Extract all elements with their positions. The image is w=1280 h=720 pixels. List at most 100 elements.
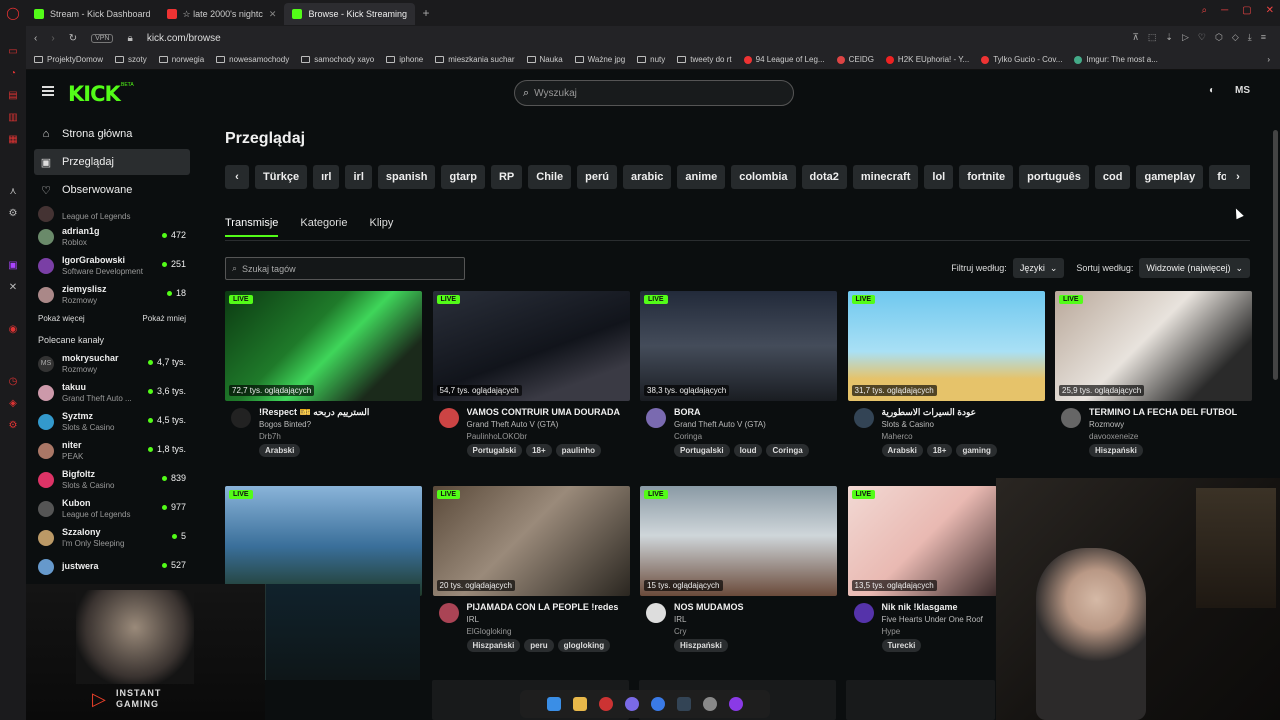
discord-icon[interactable]: [625, 697, 639, 711]
stream-thumbnail[interactable]: LIVE 20 tys. oglądających: [432, 486, 630, 596]
stream-thumbnail[interactable]: LIVE 15 tys. oglądających: [640, 486, 837, 596]
category-scroll-right-button[interactable]: ›: [1226, 165, 1250, 189]
category-chip[interactable]: arabic: [623, 165, 672, 189]
stream-title[interactable]: Nik nik !klasgame: [882, 602, 997, 612]
show-more-button[interactable]: Pokaż więcej: [38, 314, 85, 323]
tag-chip[interactable]: gaming: [956, 444, 997, 457]
menu-icon[interactable]: ≡: [1261, 32, 1266, 43]
sidebar-channel[interactable]: takuu Grand Theft Auto ... 3,6 tys.: [26, 378, 198, 407]
stream-thumbnail[interactable]: LIVE: [225, 486, 422, 596]
tag-chip[interactable]: Arabski: [259, 444, 301, 457]
streamer-name[interactable]: Hype: [882, 627, 901, 636]
channel-avatar[interactable]: [646, 408, 666, 428]
stream-card[interactable]: LIVE 38,3 tys. oglądających BORA Grand Thef…: [640, 291, 837, 471]
nav-following[interactable]: ♡ Obserwowane: [34, 177, 190, 203]
tag-chip[interactable]: 18+: [526, 444, 552, 457]
bookmark-item[interactable]: 94 League of Leg...: [743, 55, 825, 64]
vpn-badge[interactable]: VPN: [91, 33, 114, 43]
streamer-name[interactable]: PaulinhoLOKObr: [467, 432, 527, 441]
stream-title[interactable]: NOS MUDAMOS: [674, 602, 834, 612]
browser-tab-browse[interactable]: Browse - Kick Streaming: [284, 3, 415, 25]
opera-taskbar-icon[interactable]: [599, 697, 613, 711]
category-chip[interactable]: colombia: [731, 165, 796, 189]
maximize-icon[interactable]: ▢: [1242, 5, 1251, 16]
sidebar-channel[interactable]: Szzalony I'm Only Sleeping 5: [26, 523, 198, 552]
tab-categories[interactable]: Kategorie: [300, 217, 347, 237]
bookmark-item[interactable]: Tylko Gucio - Cov...: [981, 55, 1062, 64]
stream-card[interactable]: LIVE 20 tys. oglądających PIJAMADA CON LA …: [432, 486, 630, 666]
channel-avatar[interactable]: [438, 408, 459, 428]
tag-chip[interactable]: Portugalski: [466, 444, 523, 457]
language-filter-dropdown[interactable]: Języki ⌄: [1012, 258, 1065, 278]
bookmark-item[interactable]: Ważne jpg: [574, 55, 625, 64]
stream-category[interactable]: Slots & Casino: [882, 420, 934, 429]
download-page-icon[interactable]: ⇣: [1165, 32, 1173, 43]
stream-thumbnail[interactable]: LIVE 13,5 tys. oglądających: [847, 486, 997, 596]
stream-card[interactable]: LIVE 54,7 tys. oglądających VAMOS CONTRUIR…: [432, 291, 630, 471]
category-chip[interactable]: lol: [924, 165, 954, 189]
pin-icon[interactable]: ⊼: [1132, 32, 1139, 43]
bookmarks-more-icon[interactable]: ›: [1267, 55, 1270, 64]
stream-thumbnail[interactable]: LIVE 54,7 tys. oglądających: [432, 291, 630, 401]
history-icon[interactable]: ◔: [10, 68, 16, 79]
tag-chip[interactable]: paulinho: [555, 444, 601, 457]
category-chip[interactable]: anime: [677, 165, 726, 189]
stream-title[interactable]: TERMINO LA FECHA DEL FUTBOL: [1089, 407, 1249, 417]
tag-chip[interactable]: 18+: [926, 444, 953, 457]
category-chip[interactable]: ırl: [313, 165, 340, 189]
stream-title[interactable]: PIJAMADA CON LA PEOPLE !redes: [467, 602, 627, 612]
sidebar-channel[interactable]: MS mokrysuchar Rozmowy 4,7 tys.: [26, 349, 198, 378]
steam-icon[interactable]: [677, 697, 691, 711]
sidebar-channel[interactable]: niter PEAK 1,8 tys.: [26, 436, 198, 465]
stream-card[interactable]: LIVE 31,7 tys. oglądających عودة السيرات ا…: [847, 291, 1045, 471]
back-icon[interactable]: ‹: [34, 33, 37, 44]
stream-category[interactable]: Grand Theft Auto V (GTA): [467, 420, 559, 429]
sidebar-channel[interactable]: ziemyslisz Rozmowy 18: [26, 280, 198, 309]
stream-thumbnail[interactable]: LIVE 31,7 tys. oglądających: [847, 291, 1045, 401]
sidebar-channel[interactable]: justwera 527: [26, 552, 198, 581]
category-chip[interactable]: perú: [577, 165, 617, 189]
stream-title[interactable]: BORA: [674, 407, 834, 417]
show-less-button[interactable]: Pokaż mniej: [142, 314, 186, 323]
settings-icon[interactable]: ⚙: [9, 208, 18, 219]
bookmark-item[interactable]: norwegia: [158, 55, 204, 64]
channel-avatar[interactable]: [438, 603, 459, 623]
bookmark-item[interactable]: tweety do rt: [677, 55, 732, 64]
streamer-name[interactable]: Cry: [674, 627, 686, 636]
stream-title[interactable]: !Respect 🎫 السترييم دربحه: [259, 407, 419, 418]
category-chip[interactable]: gtarp: [441, 165, 485, 189]
messenger-taskbar-icon[interactable]: [651, 697, 665, 711]
tag-chip[interactable]: Hiszpański: [466, 639, 521, 652]
stream-card[interactable]: LIVE: [225, 486, 422, 596]
extensions-icon[interactable]: ⬡: [1215, 32, 1223, 43]
search-tabs-icon[interactable]: ⌕: [1201, 5, 1207, 16]
streamer-name[interactable]: davooxeneize: [1089, 432, 1138, 441]
tag-chip[interactable]: Hiszpański: [1089, 444, 1143, 457]
tag-chip[interactable]: loud: [733, 444, 763, 457]
tag-chip[interactable]: Hiszpański: [674, 639, 728, 652]
close-tab-icon[interactable]: ✕: [269, 9, 277, 20]
bookmark-item[interactable]: H2K EUphoria! - Y...: [885, 55, 969, 64]
opera-logo-icon[interactable]: ◯: [0, 6, 26, 20]
next-row-card[interactable]: [846, 680, 995, 720]
category-chip[interactable]: irl: [345, 165, 372, 189]
category-chip[interactable]: RP: [490, 165, 523, 189]
sidebar-channel[interactable]: adrian1g Roblox 472: [26, 222, 198, 251]
tag-search-box[interactable]: ⌕: [225, 257, 465, 280]
stream-card[interactable]: LIVE 15 tys. oglądających NOS MUDAMOS IRL Cr…: [640, 486, 837, 666]
category-chip[interactable]: dota2: [801, 165, 847, 189]
bookmark-item[interactable]: mieszkania suchar: [435, 55, 515, 64]
bookmark-item[interactable]: Nauka: [526, 55, 563, 64]
streamer-name[interactable]: Coringa: [674, 432, 702, 441]
app-icon[interactable]: [729, 697, 743, 711]
bookmark-item[interactable]: Imgur: The most a...: [1074, 55, 1158, 64]
tag-chip[interactable]: Arabski: [881, 444, 923, 457]
tag-chip[interactable]: Turecki: [881, 639, 922, 652]
messenger-icon[interactable]: ▭: [8, 46, 17, 57]
streamer-name[interactable]: ElGlogloking: [467, 627, 512, 636]
stream-category[interactable]: Grand Theft Auto V (GTA): [674, 420, 766, 429]
bookmark-item[interactable]: samochody xayo: [301, 55, 374, 64]
downloads-icon[interactable]: ⤓: [1248, 32, 1252, 43]
minimize-icon[interactable]: ─: [1221, 5, 1228, 16]
nav-browse[interactable]: ▣ Przeglądaj: [34, 149, 190, 175]
